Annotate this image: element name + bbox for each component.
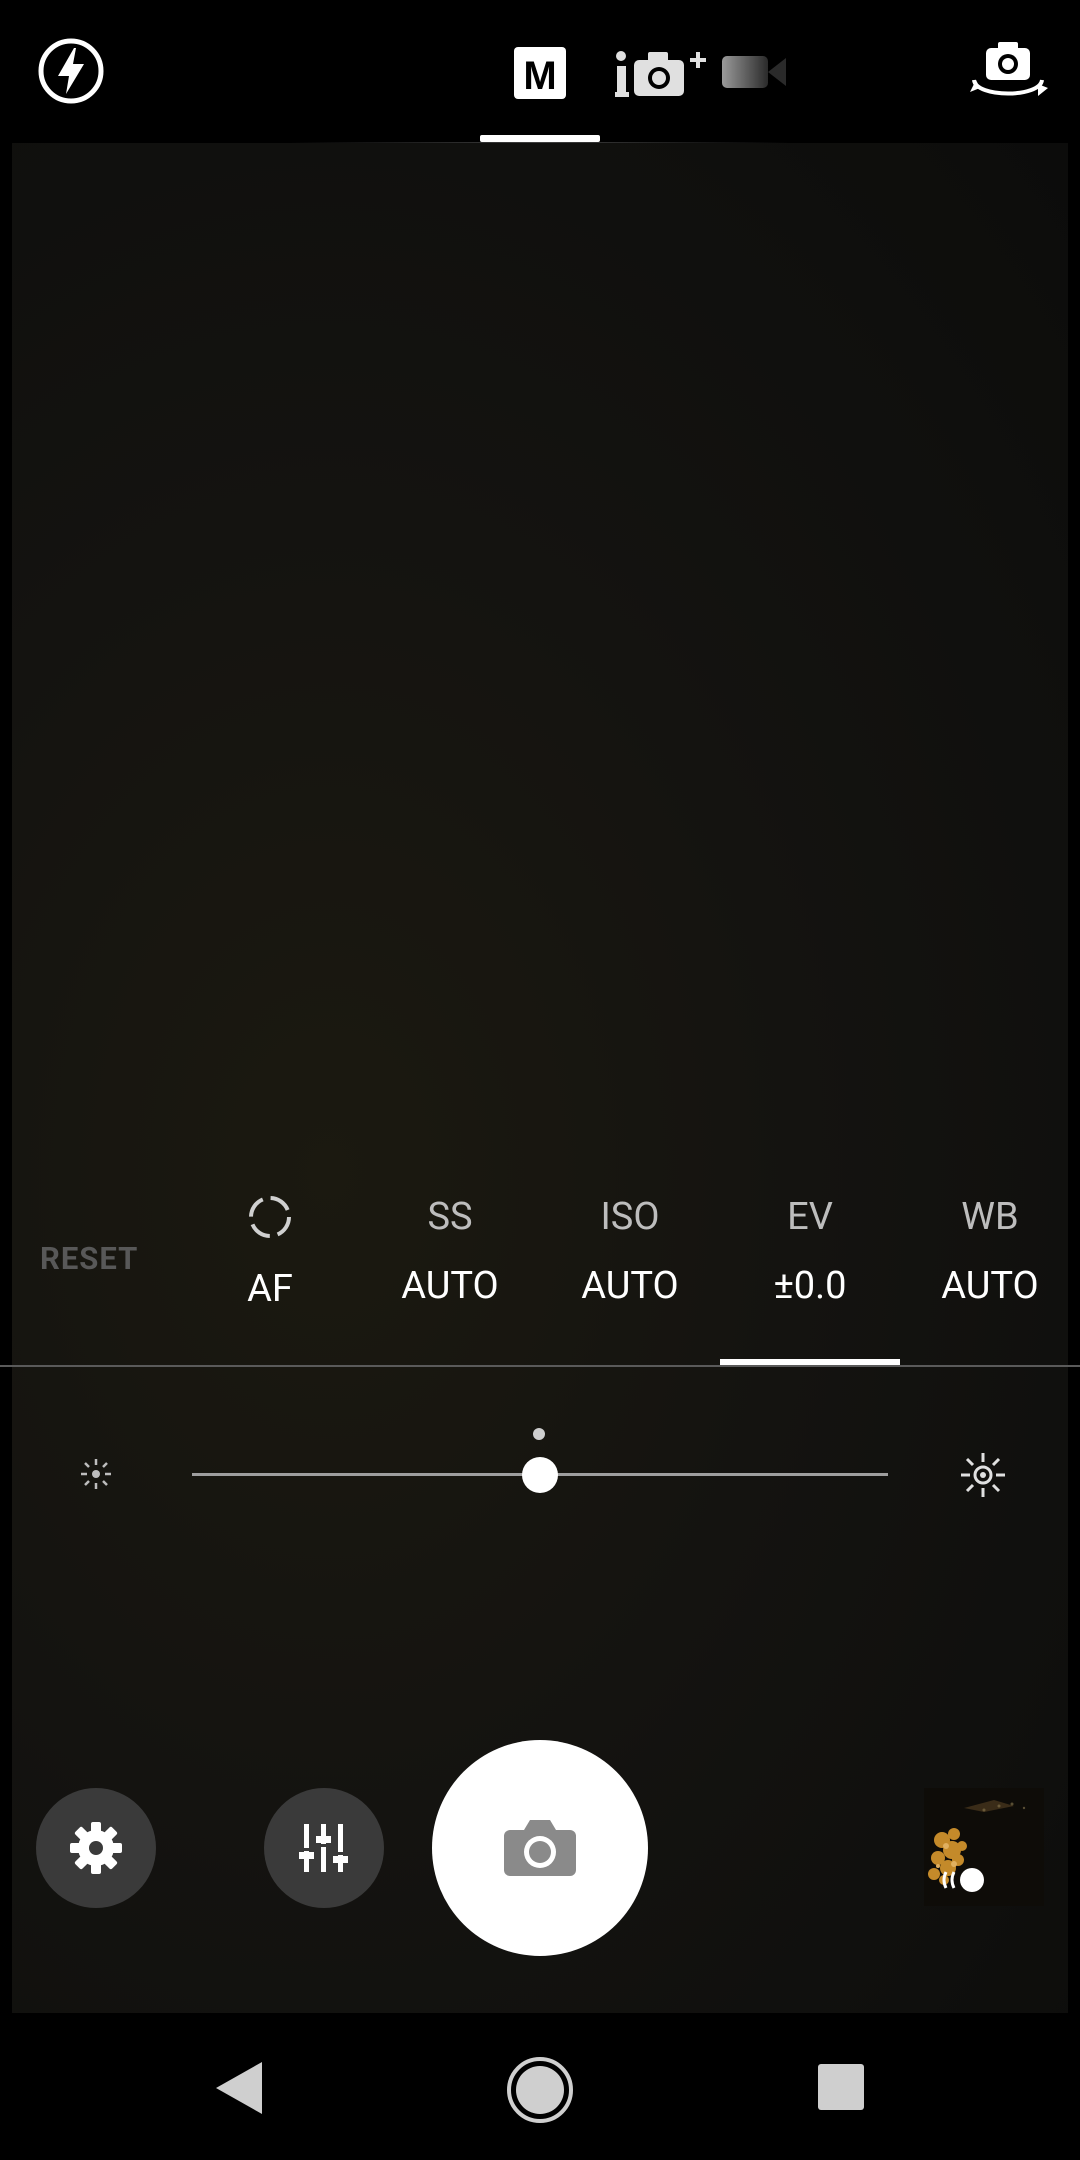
param-af[interactable]: AF xyxy=(180,1190,360,1311)
param-ev[interactable]: EV ±0.0 xyxy=(720,1190,900,1308)
ss-label: SS xyxy=(427,1195,473,1239)
iso-label: ISO xyxy=(600,1195,660,1239)
video-camera-icon[interactable] xyxy=(722,52,788,92)
selected-mode-indicator xyxy=(480,135,600,142)
iso-value: AUTO xyxy=(581,1264,679,1308)
ev-slider-thumb[interactable] xyxy=(522,1457,558,1493)
ss-value: AUTO xyxy=(401,1264,499,1308)
intelligent-auto-plus-icon[interactable] xyxy=(614,48,710,98)
shutter-button[interactable] xyxy=(432,1740,648,1956)
flash-icon[interactable] xyxy=(36,36,106,106)
home-circle-icon[interactable] xyxy=(506,2056,574,2124)
focus-ring-icon xyxy=(249,1196,291,1238)
camera-viewfinder[interactable] xyxy=(12,143,1068,2013)
manual-mode-icon[interactable]: M xyxy=(514,47,566,99)
mode-m-label: M xyxy=(523,54,556,98)
param-wb[interactable]: WB AUTO xyxy=(900,1190,1080,1308)
wb-label: WB xyxy=(961,1195,1019,1239)
back-triangle-icon[interactable] xyxy=(212,2060,268,2116)
camera-icon xyxy=(504,1820,576,1876)
brightness-low-icon xyxy=(76,1454,116,1494)
param-iso[interactable]: ISO AUTO xyxy=(540,1190,720,1308)
ev-label: EV xyxy=(787,1195,833,1239)
top-bar: M xyxy=(0,0,1080,142)
af-label-area xyxy=(180,1193,360,1247)
adjust-button[interactable] xyxy=(264,1788,384,1908)
ev-value: ±0.0 xyxy=(773,1264,847,1308)
gear-icon xyxy=(70,1822,122,1874)
wb-value: AUTO xyxy=(941,1264,1039,1308)
settings-button[interactable] xyxy=(36,1788,156,1908)
af-value: AF xyxy=(247,1267,293,1311)
camera-switch-icon[interactable] xyxy=(966,40,1050,106)
last-photo-thumbnail[interactable] xyxy=(924,1788,1044,1906)
param-divider xyxy=(0,1365,1080,1367)
brightness-high-icon xyxy=(958,1450,1008,1500)
reset-button[interactable]: RESET xyxy=(40,1240,138,1277)
slider-center-marker xyxy=(533,1428,545,1440)
param-ss[interactable]: SS AUTO xyxy=(360,1190,540,1308)
sliders-icon xyxy=(299,1824,348,1872)
recents-square-icon[interactable] xyxy=(818,2064,864,2110)
